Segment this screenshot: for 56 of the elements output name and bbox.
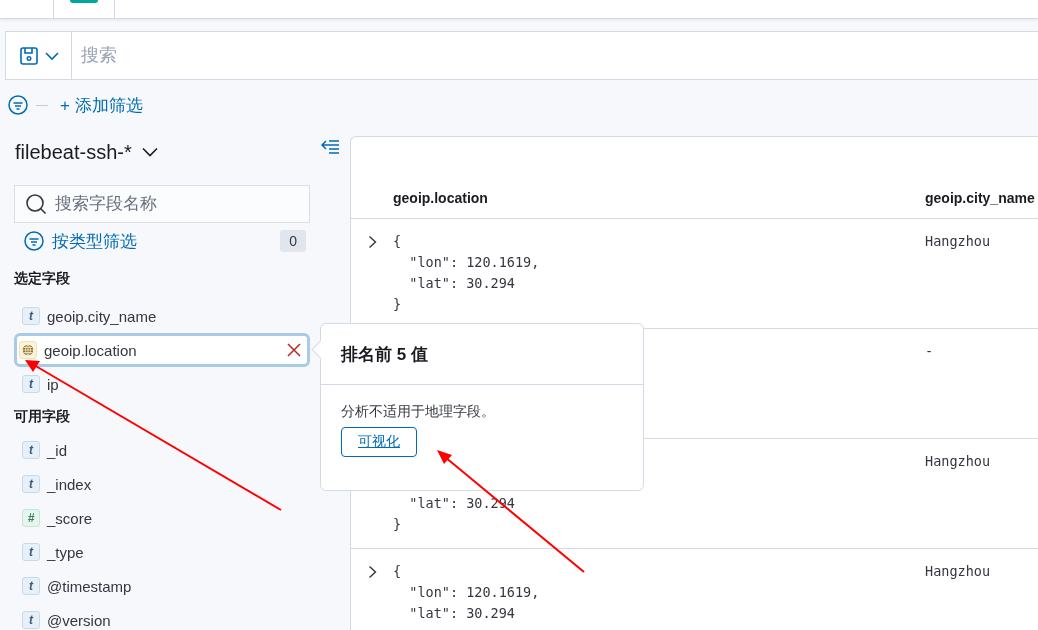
search-field[interactable]: 搜索: [72, 31, 1038, 80]
field-item[interactable]: t ip: [14, 367, 310, 401]
close-icon[interactable]: [287, 343, 301, 357]
popover-title: 排名前 5 值: [341, 343, 428, 366]
number-type-icon: #: [22, 509, 40, 527]
code-line: }: [393, 515, 403, 534]
table-cell: Hangzhou: [925, 563, 991, 579]
count-badge: 0: [280, 230, 306, 252]
filter-icon: [24, 231, 44, 251]
expand-icon[interactable]: [367, 235, 377, 249]
tab-indicator: [70, 0, 98, 3]
string-type-icon: t: [22, 307, 40, 325]
code-line: "lon": 120.1619,: [408, 583, 541, 602]
string-type-icon: t: [22, 475, 40, 493]
table-cell: -: [925, 343, 934, 359]
section-heading: 可用字段: [14, 407, 71, 426]
section-heading: 选定字段: [14, 269, 71, 288]
code-line: "lat": 30.294: [408, 274, 516, 293]
column-header[interactable]: geoip.location: [393, 189, 488, 206]
table-cell: Hangzhou: [925, 453, 991, 469]
code-line: {: [393, 232, 403, 251]
visualize-button[interactable]: 可视化: [341, 427, 417, 457]
collapse-sidebar-icon[interactable]: [320, 140, 340, 154]
table-cell: Hangzhou: [925, 233, 991, 249]
field-search-input[interactable]: 搜索字段名称: [53, 193, 309, 215]
field-item[interactable]: t @timestamp: [14, 569, 310, 603]
code-line: }: [393, 295, 403, 314]
string-type-icon: t: [22, 375, 40, 393]
saved-query-button[interactable]: [5, 31, 72, 80]
string-type-icon: t: [22, 611, 40, 629]
string-type-icon: t: [22, 543, 40, 561]
code-line: "lon": 120.1619,: [408, 253, 541, 272]
save-icon: [18, 45, 39, 66]
field-item[interactable]: t @version: [14, 603, 310, 630]
globe-icon: [19, 341, 37, 359]
expand-icon[interactable]: [367, 565, 377, 579]
string-type-icon: t: [22, 441, 40, 459]
chevron-down-icon: [44, 50, 59, 61]
add-filter-link[interactable]: + 添加筛选: [56, 93, 143, 117]
field-item[interactable]: t geoip.city_name: [14, 299, 310, 333]
chevron-down-icon: [141, 147, 158, 157]
string-type-icon: t: [22, 577, 40, 595]
popover-message: 分析不适用于地理字段。: [341, 403, 496, 421]
search-icon: [25, 193, 47, 215]
code-line: {: [393, 562, 403, 581]
field-item[interactable]: geoip.location: [14, 333, 310, 367]
filter-icon: [8, 95, 28, 115]
field-search-field[interactable]: 搜索字段名称: [14, 185, 310, 223]
type-filter-button[interactable]: 按类型筛选: [24, 229, 137, 253]
code-line: "lat": 30.294: [408, 604, 516, 623]
field-item[interactable]: # _score: [14, 501, 310, 535]
index-pattern-selector[interactable]: filebeat-ssh-*: [15, 136, 158, 168]
column-header[interactable]: geoip.city_name: [925, 189, 1035, 206]
field-item[interactable]: t _index: [14, 467, 310, 501]
field-item[interactable]: t _id: [14, 433, 310, 467]
field-item[interactable]: t _type: [14, 535, 310, 569]
